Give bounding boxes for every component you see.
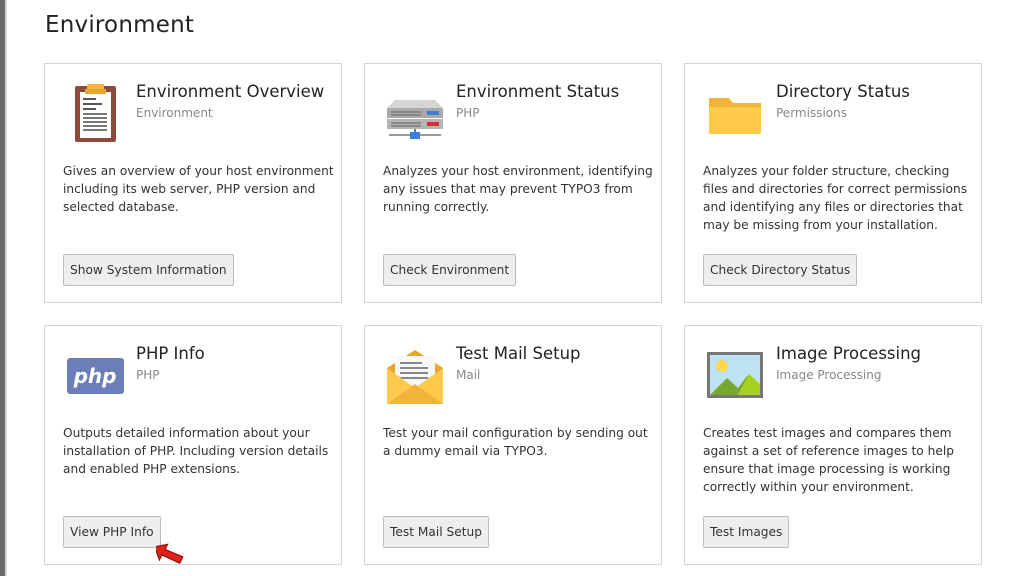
card-subtitle: Permissions xyxy=(776,106,847,120)
php-logo-text: php xyxy=(73,364,117,388)
card-subtitle: Image Processing xyxy=(776,368,882,382)
image-icon xyxy=(705,346,765,406)
check-directory-status-button[interactable]: Check Directory Status xyxy=(703,254,858,286)
card-description: Gives an overview of your host environme… xyxy=(63,164,334,214)
left-border-inner xyxy=(5,0,7,576)
card-subtitle: PHP xyxy=(136,368,160,382)
card-title: Image Processing xyxy=(776,344,922,363)
card-environment-status: Environment Status PHP Analyzes your hos… xyxy=(364,63,662,303)
card-directory-status: Directory Status Permissions Analyzes yo… xyxy=(684,63,982,303)
folder-icon xyxy=(705,84,765,144)
pointer-cursor-icon xyxy=(153,540,188,570)
page-title: Environment xyxy=(45,12,195,38)
card-subtitle: PHP xyxy=(456,106,480,120)
card-title: Test Mail Setup xyxy=(456,344,581,363)
card-description: Test your mail configuration by sending … xyxy=(383,426,648,458)
card-description: Creates test images and compares them ag… xyxy=(703,426,954,494)
test-images-button[interactable]: Test Images xyxy=(703,516,790,548)
card-description: Outputs detailed information about your … xyxy=(63,426,329,476)
card-description: Analyzes your folder structure, checking… xyxy=(703,164,968,232)
card-php-info: php PHP Info PHP Outputs detailed inform… xyxy=(44,325,342,565)
show-system-information-button[interactable]: Show System Information xyxy=(63,254,234,286)
card-environment-overview: Environment Overview Environment Gives a… xyxy=(44,63,342,303)
check-environment-button[interactable]: Check Environment xyxy=(383,254,517,286)
card-title: Environment Overview xyxy=(136,82,325,101)
test-mail-setup-button[interactable]: Test Mail Setup xyxy=(383,516,489,548)
clipboard-icon xyxy=(65,84,125,144)
card-image-processing: Image Processing Image Processing Create… xyxy=(684,325,982,565)
card-subtitle: Mail xyxy=(456,368,481,382)
card-title: Environment Status xyxy=(456,82,620,101)
card-subtitle: Environment xyxy=(136,106,213,120)
card-test-mail-setup: Test Mail Setup Mail Test your mail conf… xyxy=(364,325,662,565)
card-title: PHP Info xyxy=(136,344,205,363)
card-description: Analyzes your host environment, identify… xyxy=(383,164,653,214)
card-title: Directory Status xyxy=(776,82,910,101)
envelope-icon xyxy=(385,346,445,406)
php-logo-icon: php xyxy=(65,346,125,406)
view-php-info-button[interactable]: View PHP Info xyxy=(63,516,161,548)
server-icon xyxy=(385,84,445,144)
